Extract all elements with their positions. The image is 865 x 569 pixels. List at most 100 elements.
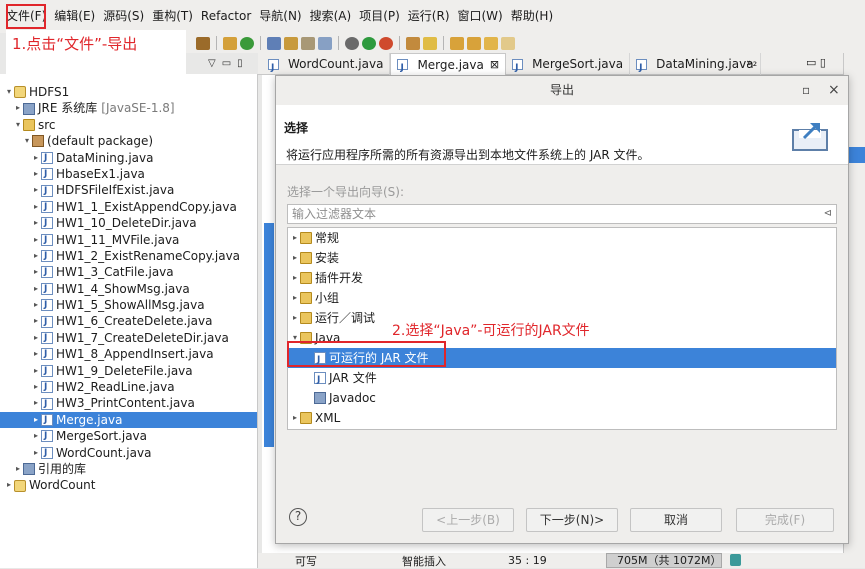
menu-item[interactable]: 项目(P) xyxy=(355,0,404,33)
next-button[interactable]: 下一步(N)> xyxy=(526,508,618,532)
tree-item[interactable]: ▸ HW1_4_ShowMsg.java xyxy=(0,281,257,297)
tree-item[interactable]: ▸ Merge.java xyxy=(0,411,257,428)
tree-item[interactable]: ▸ JRE 系统库 [JavaSE-1.8] xyxy=(0,100,257,116)
tree-item[interactable]: ▸ HW1_11_MVFile.java xyxy=(0,232,257,248)
tab-overflow[interactable]: »₂ xyxy=(746,56,757,69)
expand-icon[interactable]: ▸ xyxy=(31,232,41,248)
expand-icon[interactable]: ▸ xyxy=(31,297,41,313)
cancel-button[interactable]: 取消 xyxy=(630,508,722,532)
expand-icon[interactable]: ▸ xyxy=(290,248,300,268)
menu-item[interactable]: 重构(T) xyxy=(148,0,197,33)
tab-close-icon[interactable]: ⊠ xyxy=(490,54,499,76)
trash-icon[interactable] xyxy=(730,554,741,566)
editor-tab[interactable]: WordCount.java xyxy=(262,53,391,79)
tree-item[interactable]: ▸ DataMining.java xyxy=(0,150,257,166)
tree-item[interactable]: ▸ HW3_PrintContent.java xyxy=(0,395,257,412)
collapse-icon[interactable]: ▾ xyxy=(22,133,32,149)
collapse-icon[interactable]: ▾ xyxy=(4,84,14,100)
wizard-item[interactable]: JAR 文件 xyxy=(288,368,836,390)
tree-item[interactable]: ▸ HW1_8_AppendInsert.java xyxy=(0,346,257,362)
tree-item[interactable]: ▾ (default package) xyxy=(0,133,257,149)
expand-icon[interactable]: ▸ xyxy=(31,199,41,215)
tree-item[interactable]: ▸ HW1_3_CatFile.java xyxy=(0,264,257,280)
expand-icon[interactable]: ▸ xyxy=(31,428,41,444)
tree-item[interactable]: ▸ WordCount xyxy=(0,477,257,493)
search-tool-icon[interactable] xyxy=(196,36,210,50)
expand-icon[interactable]: ▸ xyxy=(31,281,41,297)
tree-item[interactable]: ▸ HW1_1_ExistAppendCopy.java xyxy=(0,199,257,215)
wizard-item[interactable]: ▸ 安装 xyxy=(288,248,836,268)
tree-item[interactable]: ▸ HDFSFileIfExist.java xyxy=(0,182,257,199)
expand-icon[interactable]: ▸ xyxy=(31,166,41,182)
debug-icon[interactable] xyxy=(345,36,359,50)
tree-item[interactable]: ▸ HW1_7_CreateDeleteDir.java xyxy=(0,330,257,346)
tree-item[interactable]: ▸ HbaseEx1.java xyxy=(0,166,257,182)
editor-minmax[interactable]: ▭ ▯ xyxy=(806,56,826,69)
expand-icon[interactable]: ▸ xyxy=(31,248,41,264)
editor-tab[interactable]: Merge.java ⊠ xyxy=(390,53,507,79)
menu-item[interactable]: 编辑(E) xyxy=(50,0,99,33)
show-whitespace-icon[interactable] xyxy=(318,36,332,50)
expand-icon[interactable]: ▸ xyxy=(290,268,300,288)
back-icon[interactable] xyxy=(484,36,498,50)
expand-icon[interactable]: ▸ xyxy=(31,150,41,166)
tree-item[interactable]: ▸ HW1_6_CreateDelete.java xyxy=(0,313,257,330)
tree-item[interactable]: ▸ HW1_5_ShowAllMsg.java xyxy=(0,297,257,313)
expand-icon[interactable]: ▸ xyxy=(31,379,41,395)
expand-icon[interactable]: ▸ xyxy=(31,363,41,379)
tree-item[interactable]: ▸ 引用的库 xyxy=(0,461,257,477)
expand-icon[interactable]: ▸ xyxy=(31,330,41,346)
menu-item[interactable]: Refactor xyxy=(197,0,255,33)
expand-icon[interactable]: ▸ xyxy=(13,100,23,116)
filter-input[interactable]: 输入过滤器文本 ⊲ xyxy=(287,204,837,224)
wizard-item[interactable]: ▸ 常规 xyxy=(288,228,836,248)
run-icon[interactable] xyxy=(362,36,376,50)
wizard-item[interactable]: ▸ XML xyxy=(288,408,836,428)
tree-item[interactable]: ▾ HDFS1 xyxy=(0,84,257,100)
tree-item[interactable]: ▸ HW1_10_DeleteDir.java xyxy=(0,215,257,231)
new-package-icon[interactable] xyxy=(223,36,237,50)
view-menu-icon[interactable]: ▽ xyxy=(208,58,216,69)
menu-item[interactable]: 源码(S) xyxy=(99,0,148,33)
close-icon[interactable]: × xyxy=(828,76,840,105)
expand-icon[interactable]: ▸ xyxy=(290,308,300,328)
tree-item[interactable]: ▸ HW2_ReadLine.java xyxy=(0,379,257,395)
menu-item[interactable]: 窗口(W) xyxy=(454,0,507,33)
new-class-icon[interactable] xyxy=(240,36,254,50)
editor-tab[interactable]: DataMining.java xyxy=(630,53,761,79)
tree-item[interactable]: ▸ WordCount.java xyxy=(0,445,257,461)
expand-icon[interactable]: ▸ xyxy=(31,313,41,329)
back-button[interactable]: <上一步(B) xyxy=(422,508,514,532)
menu-item[interactable]: 导航(N) xyxy=(255,0,305,33)
expand-icon[interactable]: ▸ xyxy=(31,264,41,280)
tree-item[interactable]: ▸ MergeSort.java xyxy=(0,428,257,444)
expand-icon[interactable]: ▸ xyxy=(31,215,41,231)
tree-item[interactable]: ▸ HW1_2_ExistRenameCopy.java xyxy=(0,248,257,264)
expand-icon[interactable]: ▸ xyxy=(290,288,300,308)
expand-icon[interactable]: ▸ xyxy=(31,346,41,362)
wizard-item[interactable]: ▸ 小组 xyxy=(288,288,836,308)
menu-item[interactable]: 搜索(A) xyxy=(306,0,356,33)
external-tools-icon[interactable] xyxy=(379,36,393,50)
expand-icon[interactable]: ▸ xyxy=(31,445,41,461)
expand-icon[interactable]: ▸ xyxy=(4,477,14,493)
open-type-icon[interactable] xyxy=(267,36,281,50)
annotation-icon[interactable] xyxy=(423,36,437,50)
menu-item[interactable]: 帮助(H) xyxy=(507,0,557,33)
open-resource-icon[interactable] xyxy=(284,36,298,50)
toggle-mark-icon[interactable] xyxy=(301,36,315,50)
next-annotation-icon[interactable] xyxy=(450,36,464,50)
wizard-item[interactable]: ▸ 插件开发 xyxy=(288,268,836,288)
menu-item[interactable]: 文件(F) xyxy=(2,0,50,33)
expand-icon[interactable]: ▸ xyxy=(290,408,300,428)
prev-annotation-icon[interactable] xyxy=(467,36,481,50)
collapse-icon[interactable]: ▾ xyxy=(13,117,23,133)
maximize-icon[interactable]: ▫ xyxy=(802,76,810,105)
forward-icon[interactable] xyxy=(501,36,515,50)
finish-button[interactable]: 完成(F) xyxy=(736,508,834,532)
minimize-icon[interactable]: ▭ xyxy=(222,58,231,69)
clear-filter-icon[interactable]: ⊲ xyxy=(824,205,832,223)
menu-item[interactable]: 运行(R) xyxy=(404,0,454,33)
maximize-icon[interactable]: ▯ xyxy=(237,58,243,69)
tree-item[interactable]: ▸ HW1_9_DeleteFile.java xyxy=(0,363,257,379)
